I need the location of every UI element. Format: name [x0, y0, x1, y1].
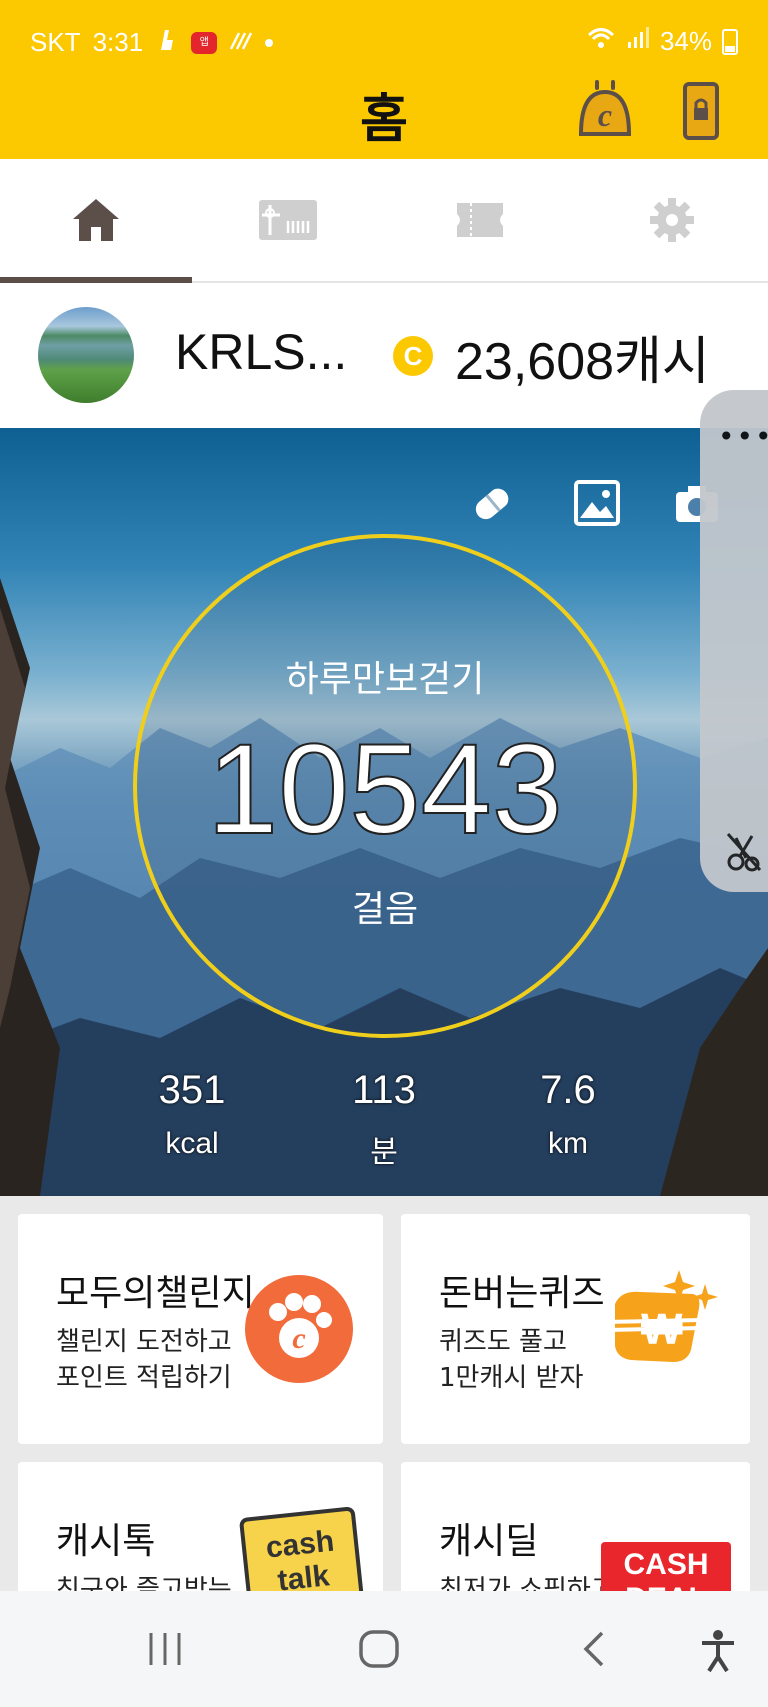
battery-label: 34% [659, 26, 712, 56]
card-subtitle-line: 챌린지 도전하고 [56, 1327, 232, 1357]
avatar[interactable] [38, 307, 134, 403]
hero-actions [468, 480, 516, 528]
stat-value: 7.6 [540, 1068, 596, 1112]
phone-lock-icon[interactable] [683, 82, 719, 144]
accessibility-icon[interactable] [698, 1629, 738, 1673]
card-title: 돈버는퀴즈 [439, 1273, 605, 1314]
step-counter-hero: 하루만보걷기 10543 걸음 351 kcal 113 분 7.6 km [0, 428, 768, 1196]
svg-text:c: c [292, 1322, 305, 1355]
tab-bar [0, 159, 768, 283]
status-left: SKT 3:31 앱 [30, 26, 274, 59]
system-nav-bar [0, 1591, 768, 1707]
card-subtitle-line: 퀴즈도 풀고 [439, 1327, 567, 1357]
card-title: 캐시톡 [56, 1521, 156, 1562]
page-title: 홈 [360, 90, 408, 150]
battery-icon [722, 28, 738, 55]
clock: 3:31 [92, 27, 144, 57]
stat-kcal: 351 kcal [112, 1068, 272, 1161]
gear-icon [650, 198, 694, 242]
home-icon [73, 199, 119, 241]
card-title: 캐시딜 [439, 1521, 539, 1562]
notification-icon [155, 26, 179, 59]
stat-minutes: 113 분 [304, 1068, 464, 1171]
stat-distance: 7.6 km [488, 1068, 648, 1161]
back-icon[interactable] [580, 1629, 610, 1669]
cash-c-icon[interactable]: c [575, 78, 635, 142]
tab-gift[interactable] [192, 159, 384, 281]
app-badge-icon: 앱 [191, 31, 218, 54]
home-circle-icon[interactable] [358, 1629, 400, 1669]
stat-unit: km [548, 1127, 588, 1160]
tab-coupon[interactable] [384, 159, 576, 281]
stat-unit: 분 [370, 1136, 398, 1169]
step-ring[interactable]: 하루만보걷기 10543 걸음 [133, 534, 637, 1038]
profile-row: KRLS... C 23,608캐시 [0, 283, 768, 428]
daily-walk-label: 하루만보걷기 [285, 659, 485, 700]
edge-panel[interactable]: ••• [700, 390, 768, 892]
status-right: 34% [586, 26, 738, 57]
card-subtitle-line: 포인트 적립하기 [56, 1363, 232, 1393]
cash-balance[interactable]: 23,608캐시 [455, 319, 710, 394]
svg-text:c: c [598, 97, 612, 133]
hero-actions-2 [574, 480, 620, 526]
card-subtitle: 챌린지 도전하고 포인트 적립하기 [56, 1324, 232, 1396]
coin-icon: C [393, 336, 433, 376]
wifi-icon [586, 26, 616, 57]
username[interactable]: KRLS... [175, 323, 347, 381]
won-sparkle-icon: ₩ [602, 1270, 718, 1362]
recent-apps-icon[interactable] [145, 1629, 185, 1669]
tab-settings[interactable] [576, 159, 768, 281]
tab-home[interactable] [0, 159, 192, 283]
ticket-icon [457, 203, 503, 237]
image-icon[interactable] [574, 480, 620, 526]
card-subtitle: 퀴즈도 풀고 1만캐시 받자 [439, 1324, 583, 1396]
more-icon[interactable]: ••• [718, 420, 768, 453]
stat-value: 113 [352, 1068, 416, 1112]
card-challenge[interactable]: 모두의챌린지 챌린지 도전하고 포인트 적립하기 c [18, 1214, 383, 1444]
step-count: 10543 [206, 717, 564, 862]
card-subtitle-line: 1만캐시 받자 [439, 1363, 584, 1393]
app-header: 홈 c [0, 62, 768, 159]
signal-lines-icon [229, 27, 253, 58]
paw-coin-icon: c [245, 1275, 353, 1383]
card-title: 모두의챌린지 [56, 1273, 255, 1314]
scissors-off-icon[interactable] [724, 830, 764, 874]
card-quiz[interactable]: 돈버는퀴즈 퀴즈도 풀고 1만캐시 받자 ₩ [401, 1214, 750, 1444]
stat-value: 351 [158, 1068, 226, 1112]
steps-unit-label: 걸음 [351, 889, 419, 930]
dot-icon [265, 38, 274, 47]
cell-signal-icon [626, 26, 650, 57]
gift-card-icon [259, 200, 317, 240]
pill-icon[interactable] [468, 480, 516, 528]
stat-unit: kcal [165, 1127, 219, 1160]
carrier-label: SKT [30, 27, 81, 57]
logo-text: CASH [623, 1548, 709, 1581]
